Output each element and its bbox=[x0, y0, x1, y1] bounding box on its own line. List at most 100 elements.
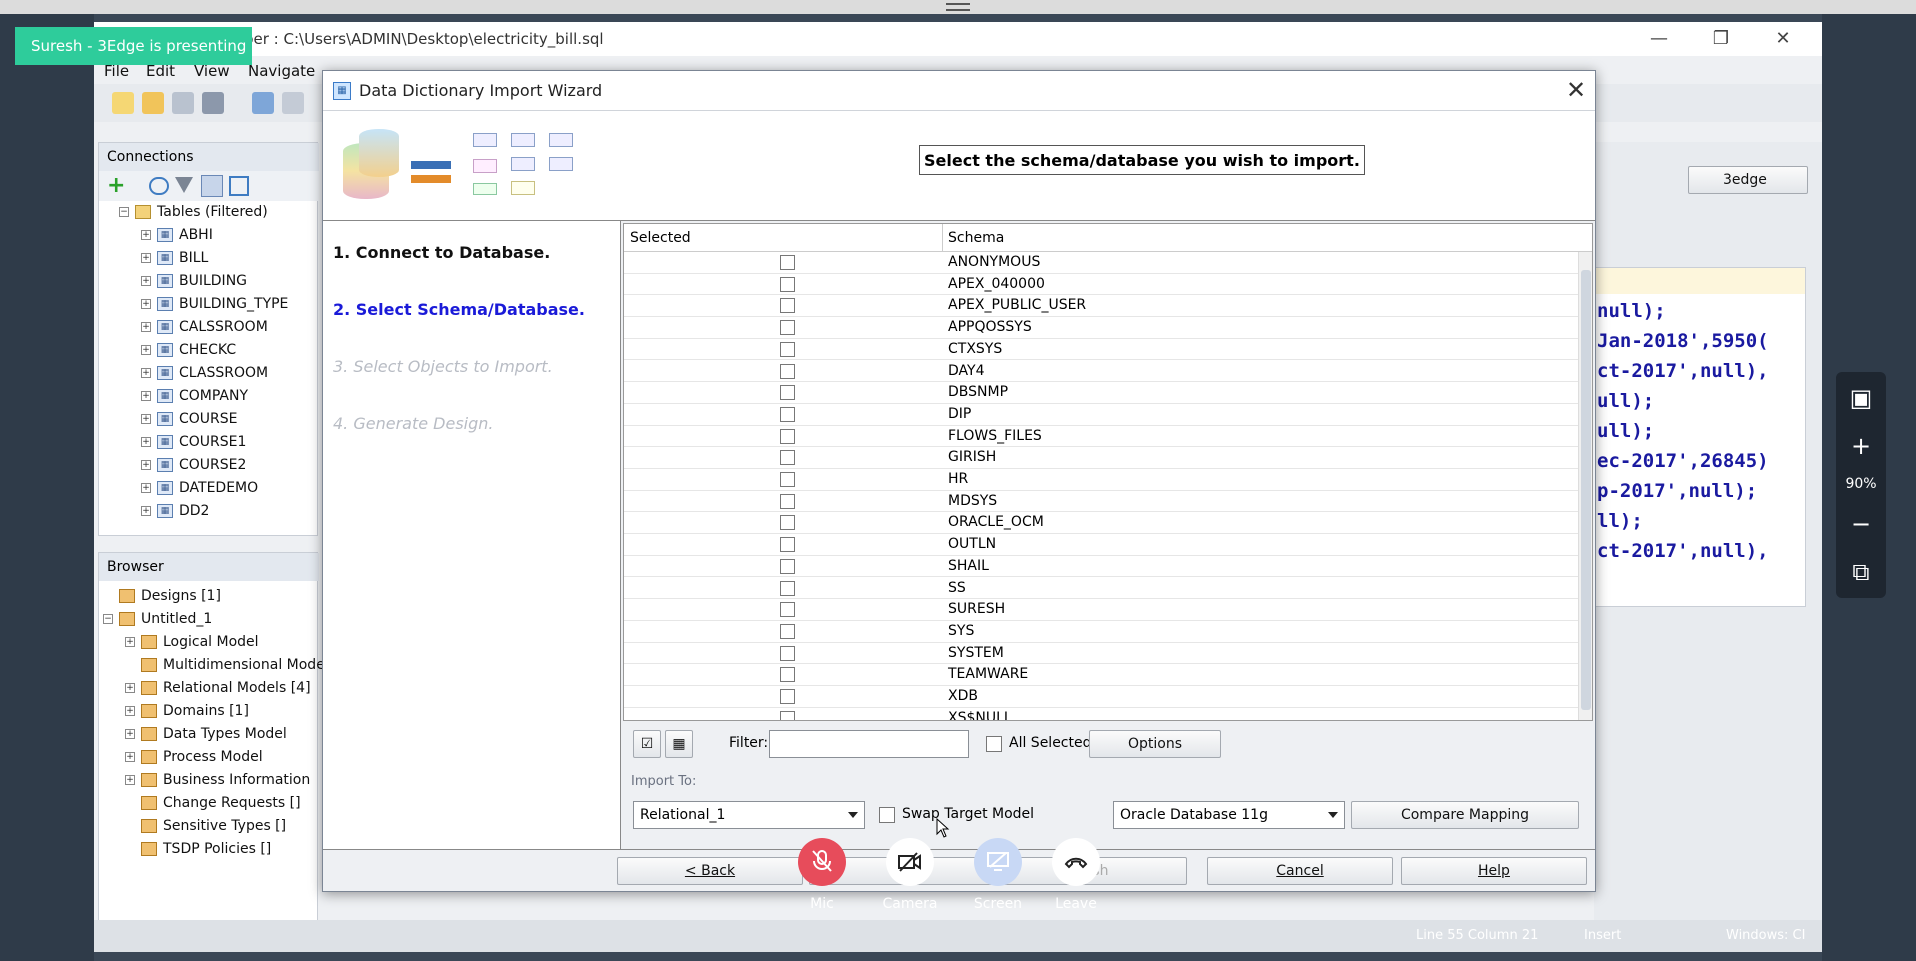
save-icon[interactable] bbox=[172, 92, 194, 114]
expand-icon[interactable]: + bbox=[125, 637, 135, 647]
table-node[interactable]: + ▦ DD2 bbox=[141, 500, 288, 523]
expand-icon[interactable]: + bbox=[141, 414, 151, 424]
schema-row[interactable]: APPQOSSYS bbox=[624, 317, 1578, 339]
table-node[interactable]: + ▦ BUILDING_TYPE bbox=[141, 293, 288, 316]
schema-checkbox[interactable] bbox=[780, 341, 795, 357]
schema-row[interactable]: DAY4 bbox=[624, 361, 1578, 383]
step-connect[interactable]: 1. Connect to Database. bbox=[333, 243, 550, 262]
browser-node[interactable]: + Domains [1] bbox=[103, 700, 325, 723]
schema-row[interactable]: CTXSYS bbox=[624, 339, 1578, 361]
expand-icon[interactable]: + bbox=[125, 752, 135, 762]
schema-checkbox[interactable] bbox=[780, 645, 795, 661]
browser-node[interactable]: − Untitled_1 bbox=[103, 608, 325, 631]
browser-node[interactable]: Multidimensional Mode bbox=[103, 654, 325, 677]
schema-row[interactable]: HR bbox=[624, 469, 1578, 491]
browser-node[interactable]: + Relational Models [4] bbox=[103, 677, 325, 700]
all-selected-checkbox[interactable] bbox=[986, 736, 1002, 752]
schema-checkbox[interactable] bbox=[780, 493, 795, 509]
browser-node[interactable]: Designs [1] bbox=[103, 585, 325, 608]
filter-icon[interactable] bbox=[175, 177, 193, 193]
table-node[interactable]: + ▦ BUILDING bbox=[141, 270, 288, 293]
schema-checkbox[interactable] bbox=[780, 580, 795, 596]
schema-checkbox[interactable] bbox=[780, 623, 795, 639]
import-target-select[interactable]: Relational_1 bbox=[633, 801, 865, 829]
expand-icon[interactable]: + bbox=[141, 253, 151, 263]
schema-checkbox[interactable] bbox=[780, 298, 795, 314]
restore-button[interactable]: ❐ bbox=[1704, 26, 1738, 52]
column-schema[interactable]: Schema bbox=[948, 230, 1004, 246]
browser-node[interactable]: Sensitive Types [] bbox=[103, 815, 325, 838]
column-selected[interactable]: Selected bbox=[630, 230, 691, 246]
schema-checkbox[interactable] bbox=[780, 406, 795, 422]
schema-row[interactable]: GIRISH bbox=[624, 447, 1578, 469]
schema-checkbox[interactable] bbox=[780, 689, 795, 704]
screen-share-icon[interactable] bbox=[974, 838, 1022, 886]
schema-row[interactable]: XS$NULL bbox=[624, 708, 1578, 720]
schema-row[interactable]: SS bbox=[624, 578, 1578, 600]
deselect-all-icon[interactable]: ▦ bbox=[665, 730, 693, 758]
close-dialog-button[interactable]: ✕ bbox=[1561, 75, 1591, 105]
undo-icon[interactable] bbox=[252, 92, 274, 114]
leave-call-icon[interactable] bbox=[1052, 838, 1100, 886]
new-icon[interactable] bbox=[112, 92, 134, 114]
table-node[interactable]: + ▦ COURSE bbox=[141, 408, 288, 431]
schema-checkbox[interactable] bbox=[780, 667, 795, 683]
swap-target-checkbox[interactable] bbox=[879, 807, 895, 823]
collapse-icon[interactable]: − bbox=[119, 207, 129, 217]
sql-editor[interactable]: null); Jan-2018',5950(ct-2017',null), ull)… bbox=[1590, 267, 1806, 607]
zoom-in-icon[interactable]: + bbox=[1847, 432, 1875, 460]
schema-row[interactable]: SURESH bbox=[624, 599, 1578, 621]
mic-muted-icon[interactable] bbox=[798, 838, 846, 886]
open-folder-icon[interactable] bbox=[142, 92, 164, 114]
browser-node[interactable]: TSDP Policies [] bbox=[103, 838, 325, 861]
schema-row[interactable]: ORACLE_OCM bbox=[624, 512, 1578, 535]
step-select-schema[interactable]: 2. Select Schema/Database. bbox=[333, 300, 585, 319]
expand-icon[interactable]: − bbox=[103, 614, 113, 624]
schema-checkbox[interactable] bbox=[780, 450, 795, 466]
expand-icon[interactable]: + bbox=[141, 299, 151, 309]
schema-checkbox[interactable] bbox=[780, 537, 795, 553]
expand-icon[interactable]: + bbox=[125, 683, 135, 693]
collapse-icon[interactable] bbox=[229, 176, 249, 196]
compare-mapping-button[interactable]: Compare Mapping bbox=[1351, 801, 1579, 829]
browser-node[interactable]: Change Requests [] bbox=[103, 792, 325, 815]
schema-checkbox[interactable] bbox=[780, 602, 795, 618]
add-connection-icon[interactable]: + bbox=[107, 175, 125, 197]
browser-node[interactable]: + Logical Model bbox=[103, 631, 325, 654]
expand-icon[interactable]: + bbox=[141, 460, 151, 470]
schema-checkbox[interactable] bbox=[780, 320, 795, 336]
close-window-button[interactable]: ✕ bbox=[1766, 26, 1800, 52]
expand-icon[interactable]: + bbox=[141, 322, 151, 332]
select-all-icon[interactable]: ☑ bbox=[633, 730, 661, 758]
tree-node-tables[interactable]: − Tables (Filtered) bbox=[119, 201, 288, 224]
expand-icon[interactable]: + bbox=[125, 729, 135, 739]
schema-row[interactable]: DBSNMP bbox=[624, 382, 1578, 404]
browser-node[interactable]: + Business Information bbox=[103, 769, 325, 792]
schema-row[interactable]: DIP bbox=[624, 404, 1578, 426]
schema-row[interactable]: MDSYS bbox=[624, 491, 1578, 513]
connection-selector[interactable]: 3edge bbox=[1688, 166, 1808, 194]
schema-checkbox[interactable] bbox=[780, 276, 795, 292]
filter-input[interactable] bbox=[769, 730, 969, 758]
expand-icon[interactable]: + bbox=[141, 368, 151, 378]
schema-row[interactable]: OUTLN bbox=[624, 534, 1578, 556]
back-button[interactable]: < Back bbox=[617, 857, 803, 885]
db-version-select[interactable]: Oracle Database 11g bbox=[1113, 801, 1345, 829]
schema-checkbox[interactable] bbox=[780, 363, 795, 379]
help-button[interactable]: Help bbox=[1401, 857, 1587, 885]
refresh-icon[interactable] bbox=[149, 177, 169, 195]
schema-row[interactable]: SHAIL bbox=[624, 556, 1578, 578]
zoom-out-icon[interactable]: − bbox=[1847, 510, 1875, 538]
schema-checkbox[interactable] bbox=[780, 472, 795, 487]
schema-row[interactable]: SYS bbox=[624, 621, 1578, 643]
schema-checkbox[interactable] bbox=[780, 515, 795, 531]
save-all-icon[interactable] bbox=[202, 92, 224, 114]
menu-navigate[interactable]: Navigate bbox=[248, 62, 315, 80]
schema-row[interactable]: APEX_040000 bbox=[624, 274, 1578, 296]
schema-checkbox[interactable] bbox=[780, 385, 795, 401]
expand-icon[interactable]: + bbox=[141, 391, 151, 401]
schema-browser-icon[interactable] bbox=[201, 175, 223, 197]
schema-row[interactable]: APEX_PUBLIC_USER bbox=[624, 295, 1578, 318]
cancel-button[interactable]: Cancel bbox=[1207, 857, 1393, 885]
schema-row[interactable]: ANONYMOUS bbox=[624, 252, 1578, 274]
